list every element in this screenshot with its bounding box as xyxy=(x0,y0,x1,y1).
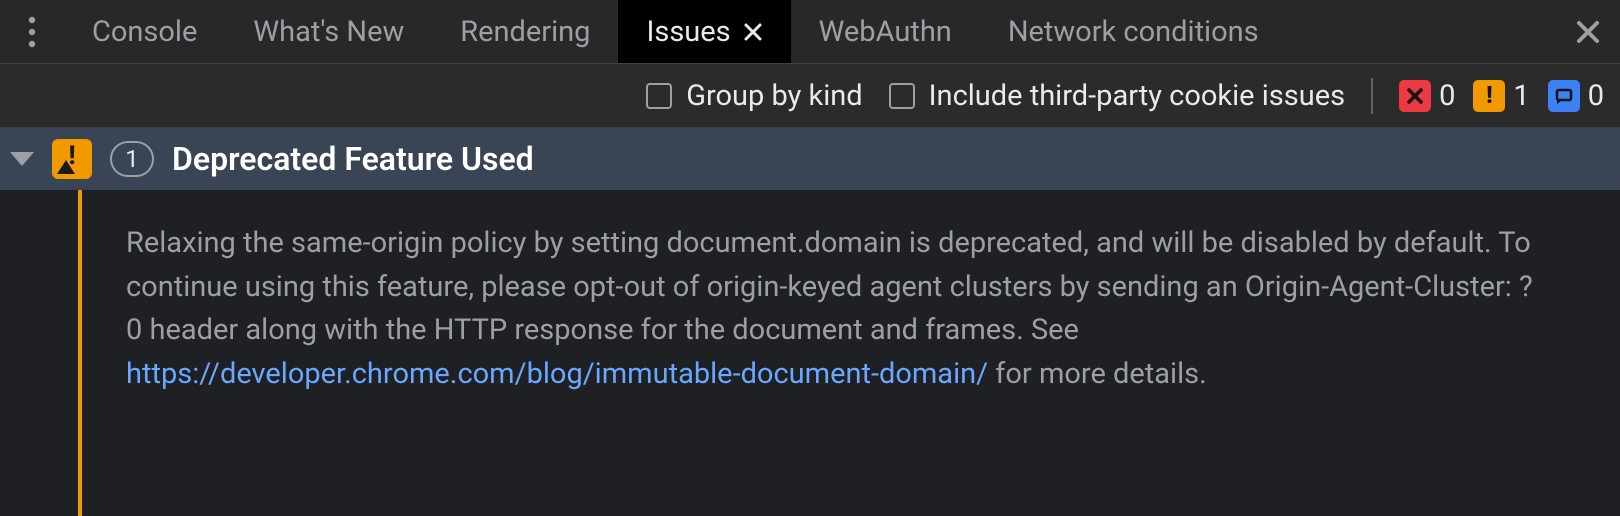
issue-gutter xyxy=(0,190,80,516)
tab-network-conditions[interactable]: Network conditions xyxy=(980,0,1287,63)
tabbar-spacer xyxy=(1287,0,1556,63)
drawer-tabbar: Console What's New Rendering Issues WebA… xyxy=(0,0,1620,64)
count-value: 1 xyxy=(125,145,139,173)
tab-whats-new[interactable]: What's New xyxy=(225,0,432,63)
close-icon xyxy=(743,22,763,42)
warning-count[interactable]: ! 1 xyxy=(1473,79,1529,113)
count-value: 1 xyxy=(1513,79,1529,113)
drawer-close-button[interactable] xyxy=(1556,0,1620,63)
kebab-icon xyxy=(28,16,36,48)
tab-label: Network conditions xyxy=(1008,15,1259,49)
issue-description-tail: for more details. xyxy=(988,357,1207,391)
issue-description: Relaxing the same-origin policy by setti… xyxy=(80,190,1580,516)
tab-webauthn[interactable]: WebAuthn xyxy=(791,0,980,63)
issue-counts: 0 ! 1 0 xyxy=(1399,79,1604,113)
checkbox-label: Include third-party cookie issues xyxy=(929,79,1345,113)
tab-label: What's New xyxy=(253,15,404,49)
info-badge-icon xyxy=(1548,80,1580,112)
issues-toolbar: Group by kind Include third-party cookie… xyxy=(0,64,1620,128)
checkbox-label: Group by kind xyxy=(686,79,862,113)
severity-stripe xyxy=(78,190,82,516)
issue-body: Relaxing the same-origin policy by setti… xyxy=(0,190,1620,516)
issue-severity-warning-icon: ! xyxy=(52,139,92,179)
error-badge-icon xyxy=(1399,80,1431,112)
group-by-kind-checkbox[interactable]: Group by kind xyxy=(646,79,862,113)
warning-badge-icon: ! xyxy=(1473,80,1505,112)
tab-label: Rendering xyxy=(460,15,590,49)
tab-label: Issues xyxy=(646,15,730,49)
tab-label: WebAuthn xyxy=(819,15,952,49)
issue-row-header[interactable]: ! 1 Deprecated Feature Used xyxy=(0,128,1620,190)
count-value: 0 xyxy=(1588,79,1604,113)
tab-close-button[interactable] xyxy=(743,22,763,42)
checkbox-box-icon xyxy=(889,83,915,109)
count-value: 0 xyxy=(1439,79,1455,113)
issue-occurrence-count: 1 xyxy=(110,141,154,177)
error-count[interactable]: 0 xyxy=(1399,79,1455,113)
tab-label: Console xyxy=(92,15,197,49)
more-tabs-button[interactable] xyxy=(0,0,64,63)
tab-rendering[interactable]: Rendering xyxy=(432,0,618,63)
info-count[interactable]: 0 xyxy=(1548,79,1604,113)
include-third-party-checkbox[interactable]: Include third-party cookie issues xyxy=(889,79,1345,113)
issue-description-text: Relaxing the same-origin policy by setti… xyxy=(126,226,1533,347)
expand-toggle-icon[interactable] xyxy=(10,152,34,166)
issue-title: Deprecated Feature Used xyxy=(172,140,534,178)
tab-issues[interactable]: Issues xyxy=(618,0,790,63)
tab-console[interactable]: Console xyxy=(64,0,225,63)
close-icon xyxy=(1575,19,1601,45)
issue-description-link[interactable]: https://developer.chrome.com/blog/immuta… xyxy=(126,357,988,391)
toolbar-divider xyxy=(1371,78,1373,114)
checkbox-box-icon xyxy=(646,83,672,109)
